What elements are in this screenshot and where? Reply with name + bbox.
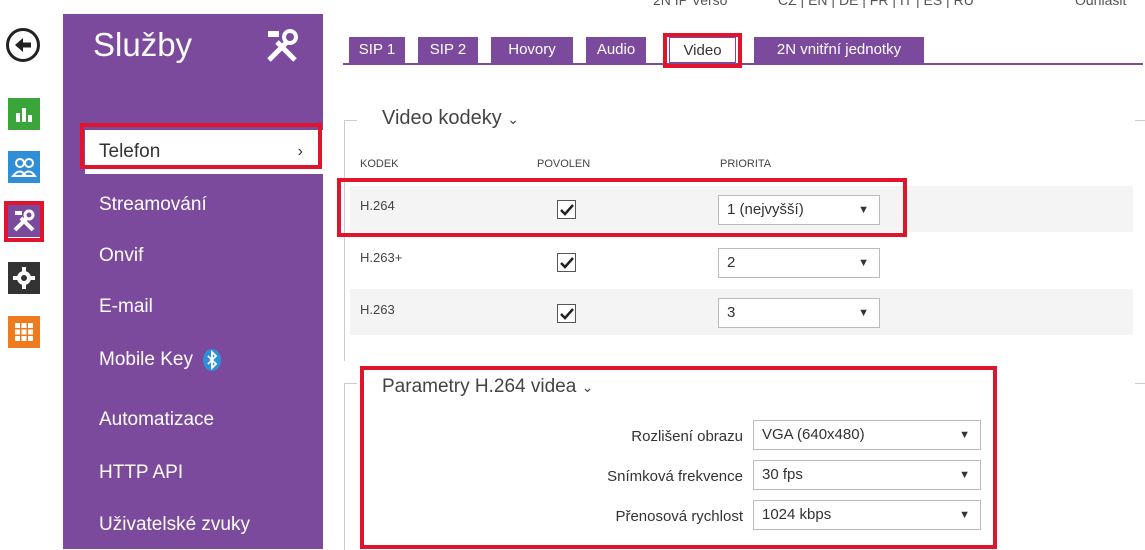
sidebar-item-label: Uživatelské zvuky [99,514,250,535]
codec-enabled-checkbox[interactable] [557,304,576,323]
highlight-h264-row [337,178,907,237]
sidebar-item-onvif[interactable]: Onvif [63,234,323,278]
section-frame-left [344,383,357,550]
dropdown-arrow-icon: ▼ [858,307,869,319]
sidebar-item-label: Onvif [99,245,144,266]
tab-audio[interactable]: Audio [586,37,646,63]
codec-priority-select[interactable]: 2 ▼ [718,248,880,278]
sidebar-item-uzivatelske-zvuky[interactable]: Uživatelské zvuky [63,503,323,547]
section-frame-right [1135,120,1145,122]
chevron-down-icon: ⌄ [507,111,520,127]
rail-directory[interactable] [8,151,40,183]
gear-icon [13,267,35,289]
device-name: 2N IP Verso [653,0,728,8]
highlight-tab-video [663,33,742,68]
tab-underline [343,63,1143,65]
highlight-rail-services [4,201,44,242]
top-bar: 2N IP Verso CZ | EN | DE | FR | IT | ES … [0,0,1145,14]
sidebar-item-label: Streamování [99,194,207,215]
rail-hardware[interactable] [8,262,40,294]
dropdown-arrow-icon: ▼ [858,257,869,269]
checkmark-icon [559,307,574,320]
section-frame-right [1135,383,1145,385]
users-icon [11,158,37,177]
sidebar-item-automatizace[interactable]: Automatizace [63,398,323,442]
grid-icon [15,323,33,341]
sidebar-item-mobile-key[interactable]: Mobile Key [63,338,323,382]
sidebar-item-label: Automatizace [99,409,215,430]
sidebar-title: Služby [93,26,193,63]
sidebar-item-label: E-mail [99,296,153,317]
codec-enabled-checkbox[interactable] [557,253,576,272]
rail-statistics[interactable] [8,98,40,130]
tab-sip1[interactable]: SIP 1 [349,37,405,63]
highlight-h264-params [360,366,997,549]
section-title-video-codecs[interactable]: Video kodeky ⌄ [382,107,519,130]
tools-icon [267,29,298,62]
sidebar-item-label: HTTP API [99,462,184,483]
chart-icon [16,108,32,122]
rail-system[interactable] [8,316,40,348]
back-button[interactable] [6,28,40,62]
column-header-codec: KODEK [360,158,399,170]
tab-hovory[interactable]: Hovory [491,37,573,63]
codec-priority-select[interactable]: 3 ▼ [718,298,880,328]
arrow-left-icon [15,38,31,52]
sidebar-item-streamovani[interactable]: Streamování [63,183,323,227]
highlight-telefon [80,123,322,169]
checkmark-icon [559,256,574,269]
column-header-priority: PRIORITA [720,158,772,170]
codec-name: H.263 [360,302,395,317]
language-switcher[interactable]: CZ | EN | DE | FR | IT | ES | RU [778,0,974,8]
bluetooth-icon [203,348,222,371]
tab-2n-vnitrni-jednotky[interactable]: 2N vnitřní jednotky [754,37,924,63]
logout-link[interactable]: Odhlásit [1075,0,1126,8]
codec-name: H.263+ [360,250,403,265]
sidebar-item-label: Mobile Key [99,349,193,370]
sidebar-item-http-api[interactable]: HTTP API [63,451,323,495]
column-header-enabled: POVOLEN [537,158,591,170]
tab-sip2[interactable]: SIP 2 [418,37,478,63]
sidebar-item-email[interactable]: E-mail [63,285,323,329]
sidebar: Služby Telefon › Streamování Onvif E-mai… [63,14,323,549]
